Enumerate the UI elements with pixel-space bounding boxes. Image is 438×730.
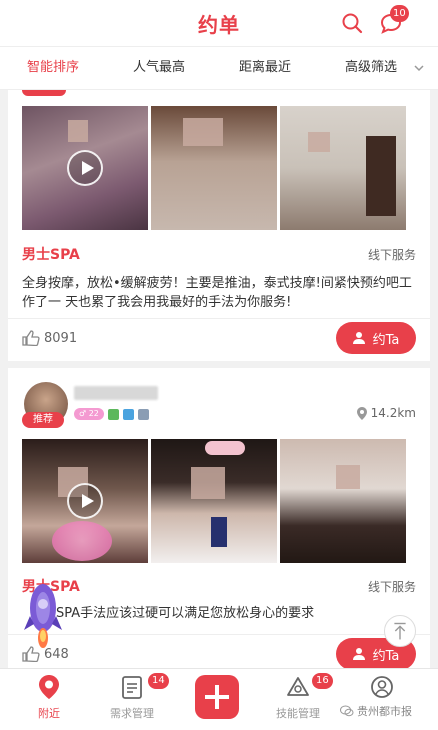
watermark: 贵州都市报 (340, 703, 412, 719)
tab-label: 距离最近 (238, 60, 291, 75)
skill-count-badge: 16 (312, 673, 333, 689)
photo[interactable] (280, 439, 406, 563)
user-tags: ♂ 22 (74, 408, 149, 420)
wechat-icon (340, 705, 354, 717)
tab-smart-sort[interactable]: 智能排序 (0, 46, 106, 90)
tab-skill-management[interactable]: 16 技能管理 (254, 669, 342, 730)
id-icon (122, 408, 134, 420)
search-icon[interactable] (341, 12, 363, 34)
watermark-text: 贵州都市报 (357, 705, 412, 718)
level-tag: ♂ 22 (74, 408, 104, 420)
demand-count-badge: 14 (148, 673, 169, 689)
thumbs-up-icon (22, 330, 40, 346)
tab-label: 技能管理 (276, 707, 320, 720)
recommend-badge: 推荐 (22, 412, 64, 428)
photo[interactable] (151, 439, 277, 563)
tab-advanced-filter[interactable]: 高级筛选 (318, 46, 438, 90)
chevron-down-icon (414, 65, 424, 72)
mosaic-blur (336, 465, 360, 489)
sort-tab-bar: 智能排序 人气最高 距离最近 高级筛选 (0, 46, 438, 90)
level-number: 22 (88, 409, 99, 418)
username-blurred (74, 386, 158, 400)
clipboard-icon (122, 676, 142, 699)
tab-nearest[interactable]: 距离最近 (212, 46, 318, 90)
divider (8, 318, 430, 319)
like-count[interactable]: 8091 (22, 330, 77, 346)
photo-gallery (22, 439, 406, 563)
tab-label: 需求管理 (110, 707, 154, 720)
service-type: 线下服务 (367, 248, 416, 262)
category-label: 男士SPA (22, 247, 80, 263)
service-type: 线下服务 (367, 580, 416, 594)
location-pin-icon (356, 406, 367, 420)
tie (211, 517, 227, 547)
flower-sticker (52, 521, 112, 561)
photo[interactable] (151, 106, 277, 230)
verified-icon (107, 408, 119, 420)
tab-label: 智能排序 (26, 60, 79, 75)
tab-demand-management[interactable]: 14 需求管理 (88, 669, 176, 730)
cat-ears (205, 441, 245, 455)
distance-value: 14.2km (370, 406, 416, 420)
video-thumbnail[interactable] (22, 439, 148, 563)
play-icon[interactable] (67, 150, 103, 186)
photo-gallery (22, 106, 406, 230)
description: SPA手法应该过硬可以满足您放松身心的要求 (56, 606, 315, 621)
photo[interactable] (280, 106, 406, 230)
add-button[interactable] (195, 675, 239, 719)
mosaic-blur (191, 467, 225, 499)
description: 全身按摩，放松•缓解疲劳！主要是推油，泰式技摩!间紧快预约吧工作了一 天也累了我… (22, 276, 412, 310)
user-add-icon (352, 648, 365, 660)
service-card[interactable]: 推荐 ♂ 22 14.2km 男士SPA 线下服务 SPA手法应该过硬可以满足您… (8, 368, 430, 670)
rocket-icon[interactable] (22, 582, 64, 650)
bottom-tab-bar: 附近 14 需求管理 16 技能管理 (0, 668, 438, 730)
top-header: 约单 10 (0, 0, 438, 46)
divider (8, 634, 430, 635)
user-add-icon (352, 332, 365, 344)
app-screen: 约单 10 智能排序 人气最高 距离最近 高级筛选 男士SPA 线下服务 全身按… (0, 0, 438, 730)
page-title: 约单 (198, 12, 240, 37)
tab-label: 人气最高 (132, 60, 185, 75)
distance: 14.2km (356, 406, 416, 420)
cabinet (366, 136, 396, 216)
user-icon (371, 676, 393, 698)
video-thumbnail[interactable] (22, 106, 148, 230)
tab-nearby[interactable]: 附近 (5, 669, 93, 730)
recommend-ribbon (22, 90, 66, 96)
tab-label: 附近 (38, 707, 60, 720)
arrow-up-icon (394, 622, 406, 640)
mosaic-blur (183, 118, 223, 146)
tab-label: 高级筛选 (344, 60, 397, 75)
service-card[interactable]: 男士SPA 线下服务 全身按摩，放松•缓解疲劳！主要是推油，泰式技摩!间紧快预约… (8, 90, 430, 361)
mosaic-blur (68, 120, 88, 142)
book-button[interactable]: 约Ta (336, 322, 416, 354)
mosaic-blur (308, 132, 330, 152)
location-pin-icon (39, 675, 59, 699)
book-label: 约Ta (372, 332, 400, 348)
book-label: 约Ta (372, 648, 400, 664)
diamond-icon (287, 677, 309, 696)
tab-most-popular[interactable]: 人气最高 (106, 46, 212, 90)
play-icon[interactable] (67, 483, 103, 519)
tab-profile[interactable] (338, 669, 426, 730)
video-icon (137, 408, 149, 420)
like-number: 8091 (44, 330, 78, 346)
message-count-badge: 10 (390, 5, 409, 22)
back-to-top-button[interactable] (384, 615, 416, 647)
